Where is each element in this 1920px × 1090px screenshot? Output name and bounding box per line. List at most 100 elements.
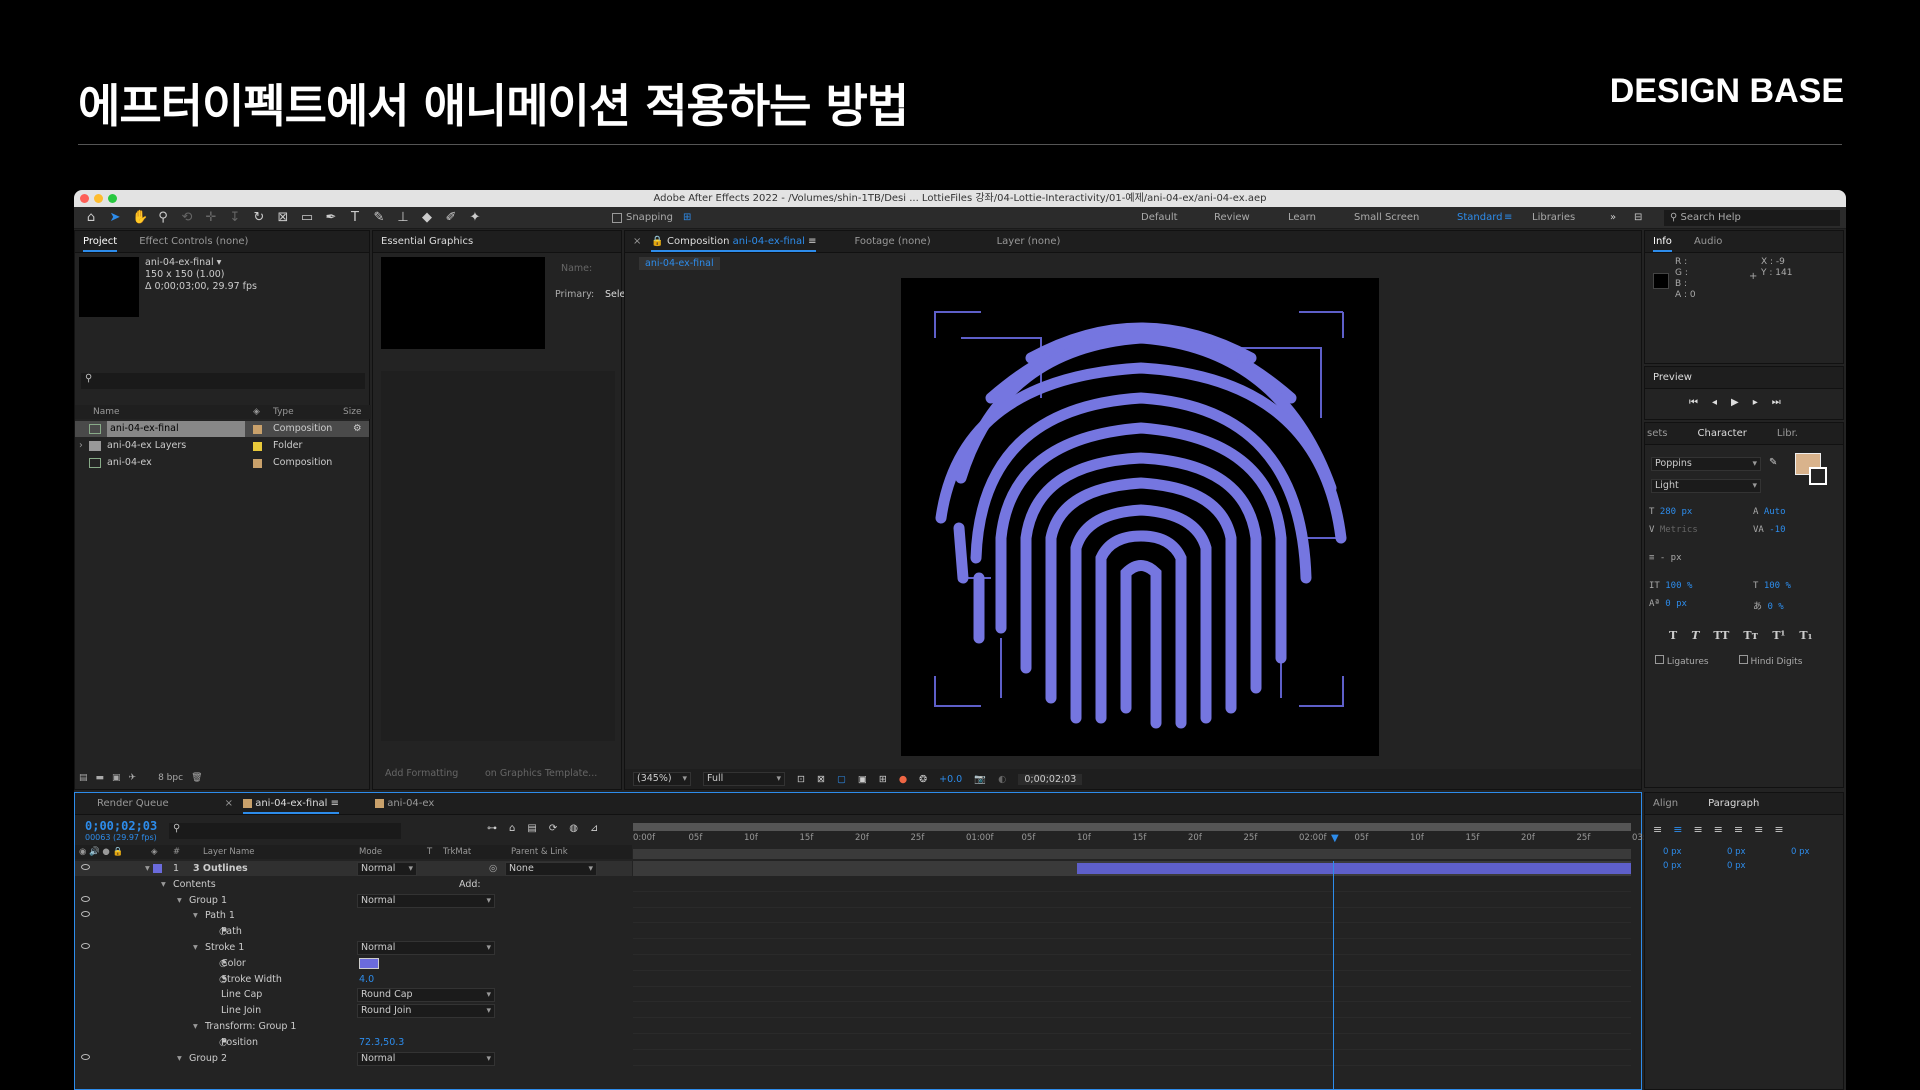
- subscript-button[interactable]: T₁: [1799, 629, 1812, 642]
- timeline-layer-row[interactable]: 1 ▾ 3 Outlines Normal ◎ None: [75, 861, 632, 876]
- column-name[interactable]: Name: [93, 405, 120, 419]
- timeline-layer-row[interactable]: ▾ Transform: Group 1: [75, 1019, 632, 1034]
- visibility-eye-icon[interactable]: [81, 1053, 90, 1060]
- mode-dropdown[interactable]: Normal: [357, 941, 495, 955]
- composition-canvas[interactable]: [901, 278, 1379, 756]
- timeline-layer-row[interactable]: ◔ Stroke Width 4.0: [75, 972, 632, 987]
- show-snapshot-icon[interactable]: ◐: [998, 774, 1006, 785]
- first-line-indent-value[interactable]: 0 px: [1663, 861, 1682, 871]
- disclosure-triangle-icon[interactable]: ▾: [177, 1051, 182, 1066]
- shy-layers-icon[interactable]: ▤: [527, 823, 536, 834]
- type-tool-icon[interactable]: T: [348, 210, 362, 225]
- tab-footage[interactable]: Footage (none): [854, 231, 930, 252]
- mode-dropdown[interactable]: Normal: [357, 1051, 495, 1066]
- previous-frame-icon[interactable]: ◂: [1712, 397, 1717, 408]
- mask-visibility-icon[interactable]: ▢: [837, 774, 846, 785]
- tab-preview[interactable]: Preview: [1653, 367, 1692, 388]
- close-window-button[interactable]: [80, 194, 89, 203]
- align-left-icon[interactable]: ≡: [1653, 823, 1662, 836]
- add-formatting-button[interactable]: Add Formatting: [385, 768, 458, 779]
- small-caps-button[interactable]: Tт: [1743, 629, 1758, 642]
- timeline-track[interactable]: [633, 1019, 1631, 1034]
- parent-dropdown[interactable]: None: [505, 862, 597, 876]
- timeline-layer-row[interactable]: ◔ Color: [75, 956, 632, 971]
- space-before-value[interactable]: 0 px: [1727, 847, 1746, 857]
- region-of-interest-icon[interactable]: ▣: [858, 774, 867, 785]
- align-center-icon[interactable]: ≡: [1673, 823, 1682, 836]
- eraser-tool-icon[interactable]: ◆: [420, 210, 434, 225]
- timeline-layer-row[interactable]: ▾ Path 1: [75, 908, 632, 923]
- orbit-tool-icon[interactable]: ⟲: [180, 210, 194, 225]
- mode-dropdown[interactable]: Round Cap: [357, 988, 495, 1003]
- mode-dropdown[interactable]: Round Join: [357, 1004, 495, 1019]
- selection-tool-icon[interactable]: ➤: [108, 210, 122, 225]
- panel-toggle-icon[interactable]: ⊟: [1634, 207, 1642, 229]
- tab-essential-graphics[interactable]: Essential Graphics: [381, 231, 473, 252]
- disclosure-triangle-icon[interactable]: ▾: [177, 893, 182, 908]
- color-management-icon[interactable]: ❂: [919, 774, 927, 785]
- new-composition-icon[interactable]: ▣: [112, 773, 121, 783]
- graph-editor-icon[interactable]: ⊿: [590, 823, 598, 834]
- resolution-dropdown[interactable]: Full: [703, 772, 785, 786]
- zoom-window-button[interactable]: [108, 194, 117, 203]
- snapping-checkbox[interactable]: [612, 212, 622, 223]
- visibility-eye-icon[interactable]: [81, 864, 90, 870]
- ligatures-checkbox[interactable]: [1655, 655, 1664, 664]
- faux-bold-button[interactable]: T: [1669, 629, 1677, 642]
- workspace-menu-icon[interactable]: ≡: [1504, 207, 1512, 229]
- export-template-button[interactable]: on Graphics Template...: [485, 768, 597, 779]
- timeline-track[interactable]: [633, 1003, 1631, 1019]
- comp-breadcrumb[interactable]: ani-04-ex-final: [639, 257, 720, 270]
- disclosure-triangle-icon[interactable]: ▾: [161, 877, 166, 892]
- rectangle-tool-icon[interactable]: ▭: [300, 210, 314, 225]
- font-style-dropdown[interactable]: Light: [1651, 479, 1761, 493]
- last-frame-icon[interactable]: ⏭: [1772, 397, 1781, 408]
- column-type[interactable]: Type: [273, 405, 294, 419]
- eyedropper-icon[interactable]: ✎: [1769, 457, 1777, 468]
- timeline-timecode[interactable]: 0;00;02;03: [85, 819, 157, 833]
- add-property-button[interactable]: Add:: [459, 877, 481, 892]
- superscript-button[interactable]: T¹: [1772, 629, 1785, 642]
- motion-blur-icon[interactable]: ◍: [569, 823, 578, 834]
- timeline-layer-row[interactable]: Line Cap Round Cap: [75, 987, 632, 1003]
- hindi-digits-checkbox[interactable]: [1738, 655, 1748, 664]
- timeline-track[interactable]: [633, 877, 1631, 892]
- brush-tool-icon[interactable]: ✎: [372, 210, 386, 225]
- indent-right-value[interactable]: 0 px: [1791, 847, 1810, 857]
- layer-label-swatch[interactable]: [153, 864, 162, 873]
- disclosure-triangle-icon[interactable]: ▾: [193, 940, 198, 955]
- visibility-eye-icon[interactable]: [81, 911, 90, 918]
- layer-search-input[interactable]: ⚲: [169, 823, 401, 839]
- minimize-window-button[interactable]: [94, 194, 103, 203]
- all-caps-button[interactable]: TT: [1713, 629, 1729, 642]
- play-icon[interactable]: ▶: [1731, 397, 1739, 408]
- label-column-icon[interactable]: ◈: [253, 405, 260, 419]
- column-size[interactable]: Size: [343, 405, 361, 419]
- tab-libraries[interactable]: Libr.: [1777, 423, 1798, 444]
- timeline-track[interactable]: [633, 1035, 1631, 1050]
- stroke-width-value[interactable]: - px: [1660, 553, 1682, 563]
- primary-dropdown[interactable]: Sele: [605, 289, 625, 300]
- justify-center-icon[interactable]: ≡: [1734, 823, 1743, 836]
- mode-dropdown[interactable]: Normal: [357, 893, 495, 908]
- current-time-indicator[interactable]: ▼: [1331, 833, 1339, 844]
- timeline-track[interactable]: [633, 987, 1631, 1003]
- workspace-libraries[interactable]: Libraries: [1532, 207, 1575, 229]
- tab-timeline-ex[interactable]: ani-04-ex: [375, 793, 434, 814]
- mode-dropdown[interactable]: Normal: [357, 862, 417, 876]
- tab-composition[interactable]: 🔒 Composition ani-04-ex-final ≡: [651, 231, 817, 252]
- fast-previews-icon[interactable]: ⊡: [797, 774, 805, 785]
- render-icon[interactable]: ✈: [129, 773, 137, 783]
- pan-tool-icon[interactable]: ✛: [204, 210, 218, 225]
- visibility-eye-icon[interactable]: [81, 895, 90, 902]
- layer-duration-bar-active[interactable]: [1077, 863, 1631, 874]
- timeline-layer-row[interactable]: ▾ Group 1 Normal: [75, 893, 632, 908]
- interpret-footage-icon[interactable]: ▤: [79, 773, 88, 783]
- zoom-tool-icon[interactable]: ⚲: [156, 210, 170, 225]
- timeline-layer-row[interactable]: ▾ Contents Add:: [75, 877, 632, 892]
- current-time-display[interactable]: 0;00;02;03: [1018, 773, 1083, 785]
- flowchart-icon[interactable]: ⚙: [353, 421, 362, 437]
- font-size-value[interactable]: 280 px: [1660, 507, 1693, 517]
- property-value[interactable]: 4.0: [359, 972, 374, 987]
- hand-tool-icon[interactable]: ✋: [132, 210, 148, 225]
